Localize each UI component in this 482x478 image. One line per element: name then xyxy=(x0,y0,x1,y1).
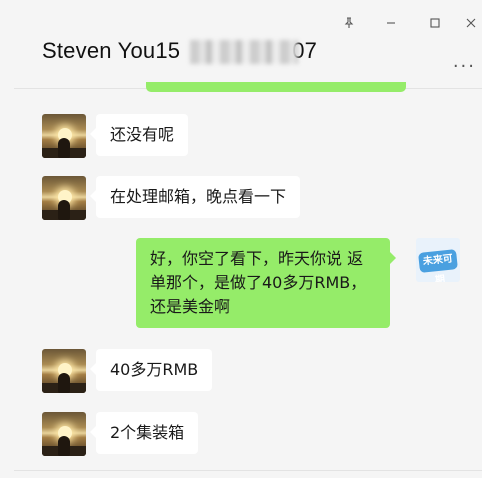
message-bubble-sent[interactable]: 好，你空了看下，昨天你说 返单那个，是做了40多万RMB，还是美金啊 xyxy=(136,238,396,328)
contact-avatar[interactable] xyxy=(42,176,86,220)
close-icon[interactable] xyxy=(460,12,482,34)
contact-name: Steven You15 xyxy=(42,38,181,63)
contact-avatar[interactable] xyxy=(42,114,86,158)
more-options-icon[interactable]: ··· xyxy=(453,56,476,77)
previous-message-bubble xyxy=(146,82,406,92)
redacted-phone-blur xyxy=(190,40,298,64)
maximize-icon[interactable] xyxy=(424,12,446,34)
contact-avatar[interactable] xyxy=(42,349,86,393)
message-bubble-received[interactable]: 在处理邮箱，晚点看一下 xyxy=(89,176,301,218)
message-bubble-received[interactable]: 40多万RMB xyxy=(89,349,213,391)
message-bubble-received[interactable]: 还没有呢 xyxy=(89,114,189,156)
input-divider xyxy=(14,470,482,471)
message-bubble-received[interactable]: 2个集装箱 xyxy=(89,412,199,454)
contact-avatar[interactable] xyxy=(42,412,86,456)
avatar-logo-text: 未来可期 xyxy=(418,249,458,282)
pin-icon[interactable] xyxy=(338,12,360,34)
my-avatar[interactable]: 未来可期 xyxy=(416,238,460,282)
minimize-icon[interactable] xyxy=(380,12,402,34)
chat-header: Steven You15 07 ··· xyxy=(0,0,482,88)
